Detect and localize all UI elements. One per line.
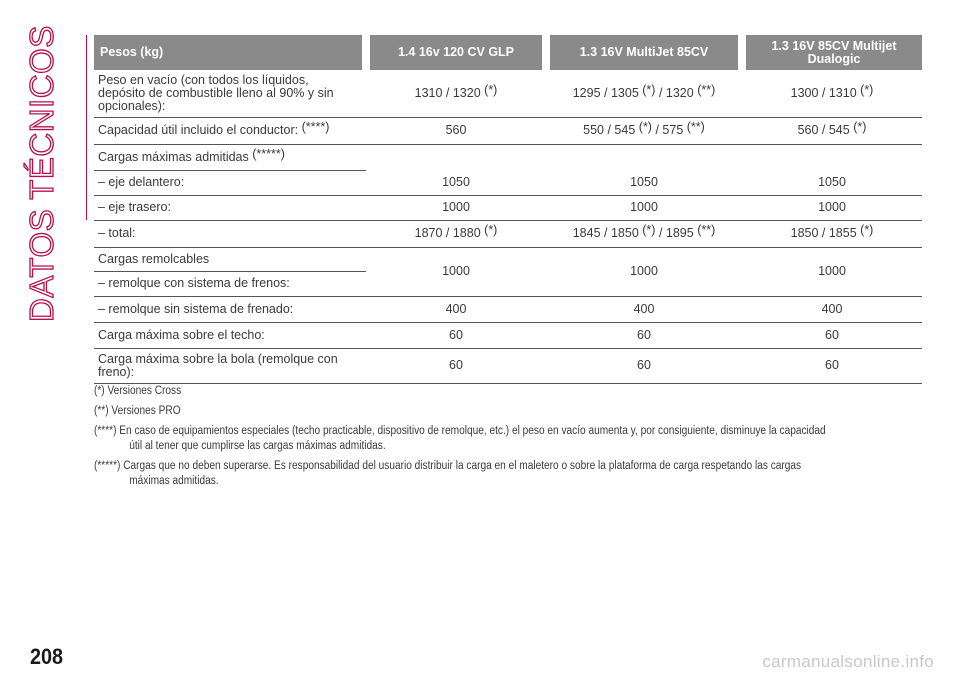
cell-value: 400 (742, 296, 922, 323)
header-glp: 1.4 16v 120 CV GLP (362, 35, 546, 70)
table-row: Cargas máximas admitidas (*****) (94, 144, 922, 171)
table-row: – remolque sin sistema de frenado: 400 4… (94, 296, 922, 323)
cell-value: 1000 (366, 195, 546, 221)
cell-value: 560 (366, 117, 546, 145)
cell-value: 400 (546, 296, 742, 323)
table-row: – eje trasero: 1000 1000 1000 (94, 195, 922, 221)
weights-table: Pesos (kg) 1.4 16v 120 CV GLP 1.3 16V Mu… (94, 35, 922, 384)
row-label: Cargas máximas admitidas (*****) (94, 144, 366, 171)
cell-value: 560 / 545 (*) (742, 117, 922, 145)
cell-value: 60 (546, 348, 742, 384)
cell-value: 60 (742, 348, 922, 384)
watermark: carmanualsonline.info (762, 652, 934, 671)
cell-value: 1850 / 1855 (*) (742, 220, 922, 248)
cell-value: 60 (742, 322, 922, 349)
footnotes: (*) Versiones Cross (**) Versiones PRO (… (94, 384, 914, 494)
cell-value: 1295 / 1305 (*) / 1320 (**) (546, 70, 742, 118)
cell-value: 1000 (742, 195, 922, 221)
table-row: – total: 1870 / 1880 (*) 1845 / 1850 (*)… (94, 220, 922, 248)
cell-value: 400 (366, 296, 546, 323)
cell-value: 1000 (742, 247, 922, 297)
table-row: Cargas remolcables 1000 1000 1000 (94, 247, 922, 297)
row-label: – eje delantero: (94, 170, 366, 196)
section-title: DATOS TÉCNICOS (22, 25, 60, 323)
footnote: (****) En caso de equipamientos especial… (94, 425, 826, 452)
header-pesos: Pesos (kg) (94, 35, 366, 70)
row-label: Cargas remolcables (94, 247, 366, 272)
row-label: – remolque sin sistema de frenado: (94, 296, 366, 323)
row-label: Capacidad útil incluido el conductor: (*… (94, 117, 366, 145)
cell-value: 1000 (366, 247, 546, 297)
cell-value: 1845 / 1850 (*) / 1895 (**) (546, 220, 742, 248)
cell-value: 1870 / 1880 (*) (366, 220, 546, 248)
cell-value: 1050 (546, 170, 742, 196)
table-row: Carga máxima sobre el techo: 60 60 60 (94, 322, 922, 349)
cell-value: 1000 (546, 247, 742, 297)
header-multijet: 1.3 16V MultiJet 85CV (542, 35, 742, 70)
cell-value: 60 (366, 348, 546, 384)
table-row: Peso en vacío (con todos los líquidos, d… (94, 70, 922, 118)
section-divider (86, 35, 87, 220)
table-row: – eje delantero: 1050 1050 1050 (94, 170, 922, 196)
cell-value: 1310 / 1320 (*) (366, 70, 546, 118)
cell-value: 550 / 545 (*) / 575 (**) (546, 117, 742, 145)
row-label: – remolque con sistema de frenos: (94, 271, 366, 297)
header-dualogic: 1.3 16V 85CV Multijet Dualogic (738, 35, 922, 70)
row-label: Carga máxima sobre la bola (remolque con… (94, 348, 366, 384)
row-label: Peso en vacío (con todos los líquidos, d… (94, 70, 366, 118)
row-label: – eje trasero: (94, 195, 366, 221)
cell-value: 1300 / 1310 (*) (742, 70, 922, 118)
page-number: 208 (30, 644, 64, 669)
cell-value: 1050 (742, 170, 922, 196)
footnote: (*) Versiones Cross (94, 385, 182, 397)
table-row: Carga máxima sobre la bola (remolque con… (94, 348, 922, 384)
footnote: (**) Versiones PRO (94, 405, 181, 417)
row-label: – total: (94, 220, 366, 248)
cell-value: 1000 (546, 195, 742, 221)
table-row: Capacidad útil incluido el conductor: (*… (94, 117, 922, 145)
cell-value: 60 (546, 322, 742, 349)
cell-value: 60 (366, 322, 546, 349)
cell-value: 1050 (366, 170, 546, 196)
footnote: (*****) Cargas que no deben superarse. E… (94, 460, 802, 487)
row-label: Carga máxima sobre el techo: (94, 322, 366, 349)
